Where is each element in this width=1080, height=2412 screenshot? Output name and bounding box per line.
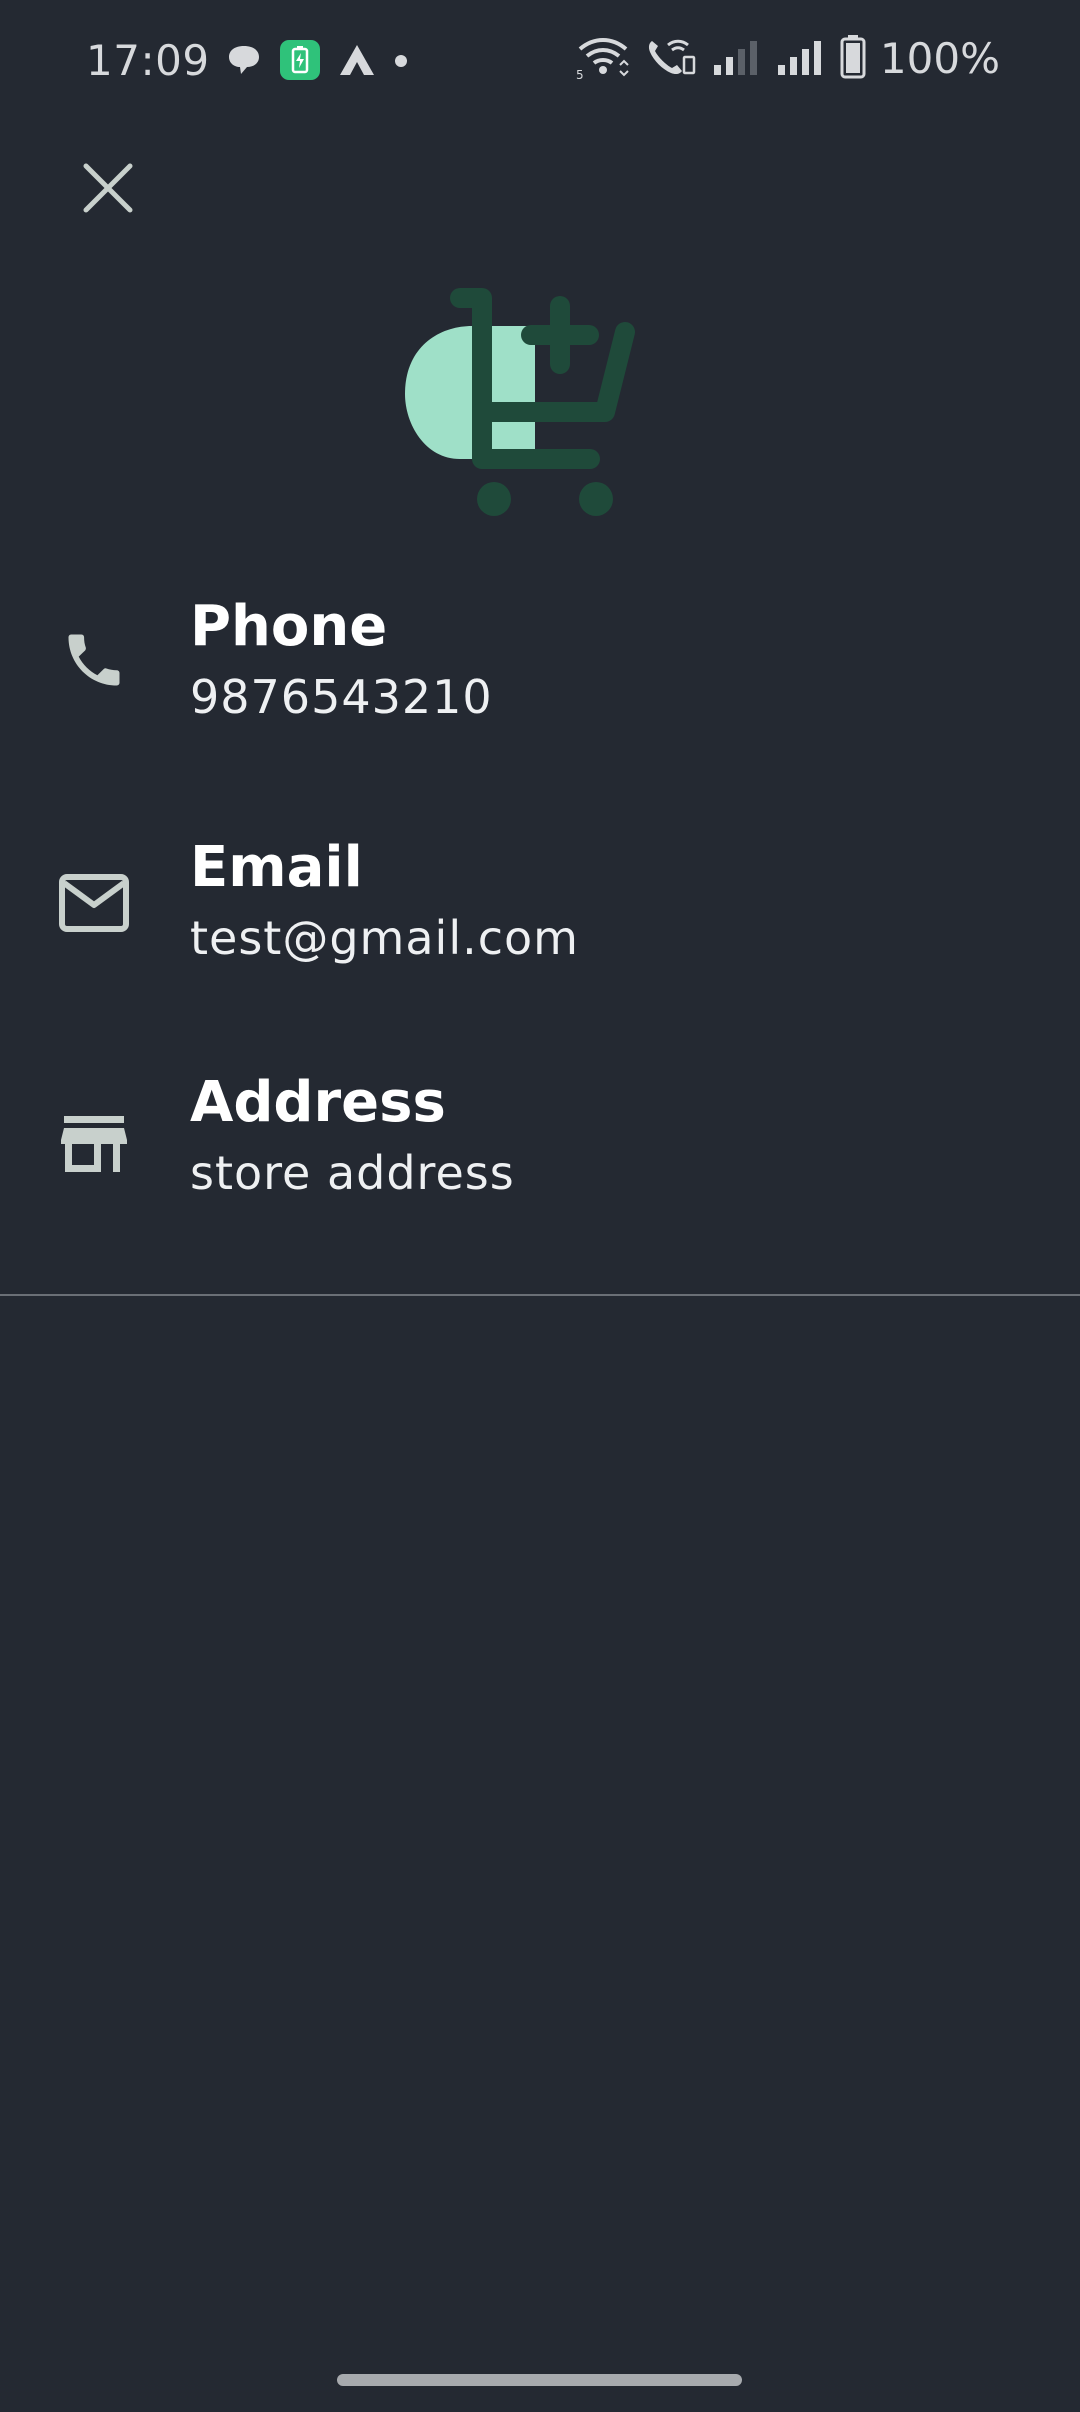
- chat-bubble-icon: [226, 43, 262, 81]
- contact-value: 9876543210: [190, 670, 493, 724]
- contact-title: Phone: [190, 594, 388, 659]
- store-icon: [56, 1106, 132, 1182]
- contact-value: store address: [190, 1146, 515, 1200]
- wifi-call-icon: [644, 35, 698, 83]
- contact-list: Phone 9876543210 Email test@gmail.com Ad…: [0, 570, 1080, 1299]
- contact-title: Email: [190, 835, 363, 900]
- contact-row-phone[interactable]: Phone 9876543210: [0, 570, 1080, 813]
- contact-title: Address: [190, 1070, 446, 1135]
- close-button[interactable]: [70, 150, 146, 226]
- triangle-app-icon: [338, 43, 376, 81]
- status-time: 17:09: [86, 36, 210, 85]
- app-logo: [400, 284, 640, 524]
- dot-icon: [394, 53, 408, 72]
- status-bar: 17:09 5 100%: [0, 0, 1080, 126]
- wifi-icon: 5: [576, 35, 630, 83]
- contact-row-address[interactable]: Address store address: [0, 1056, 1080, 1299]
- contact-value: test@gmail.com: [190, 911, 579, 965]
- status-notification-icons: [226, 40, 408, 84]
- signal-full-icon: [776, 37, 826, 81]
- gesture-navigation-handle[interactable]: [337, 2374, 742, 2386]
- phone-icon: [56, 622, 132, 698]
- mail-icon: [56, 865, 132, 941]
- battery-percentage: 100%: [879, 34, 1000, 83]
- signal-weak-icon: [712, 37, 762, 81]
- svg-text:5: 5: [576, 68, 584, 79]
- battery-saver-app-icon: [280, 40, 320, 84]
- battery-icon: [840, 34, 866, 83]
- divider: [0, 1294, 1080, 1296]
- contact-row-email[interactable]: Email test@gmail.com: [0, 813, 1080, 1056]
- close-icon: [83, 163, 133, 213]
- status-system-icons: 5 100%: [576, 34, 1000, 83]
- cart-add-logo-icon: [405, 288, 635, 516]
